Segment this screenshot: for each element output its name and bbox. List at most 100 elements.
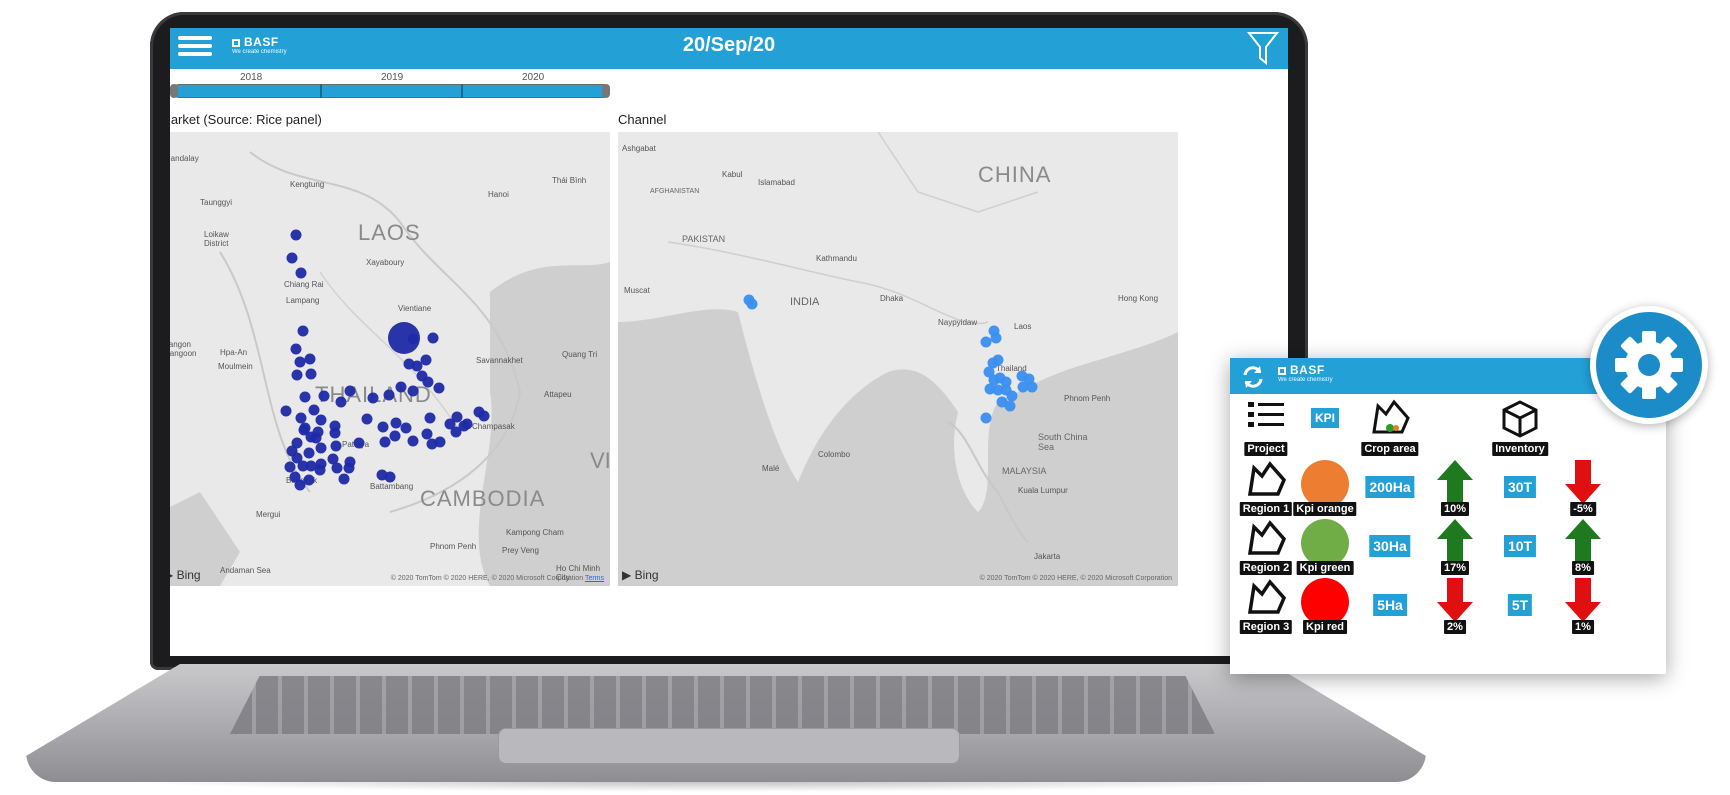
channel-data-point[interactable] — [990, 332, 1002, 344]
market-data-point[interactable] — [315, 414, 327, 426]
market-data-point[interactable] — [310, 432, 322, 444]
market-data-point[interactable] — [305, 368, 317, 380]
kpi-brand-tagline: We create chemistry — [1278, 377, 1333, 383]
market-data-point[interactable] — [343, 462, 355, 474]
kpi-brand-name: BASF — [1290, 363, 1325, 377]
market-data-point[interactable] — [290, 229, 302, 241]
market-data-point[interactable] — [291, 437, 303, 449]
crop-area-column-header[interactable]: Crop area — [1355, 398, 1425, 458]
market-data-point[interactable] — [335, 396, 347, 408]
year-slider[interactable]: 2018 2019 2020 — [170, 70, 630, 110]
market-data-point[interactable] — [299, 391, 311, 403]
market-data-point[interactable] — [434, 436, 446, 448]
market-data-point[interactable] — [329, 420, 341, 432]
market-data-point[interactable] — [379, 436, 391, 448]
market-data-point[interactable] — [390, 417, 402, 429]
market-data-point[interactable] — [304, 353, 316, 365]
market-data-point[interactable] — [395, 381, 407, 393]
market-data-point[interactable] — [295, 412, 307, 424]
market-data-point[interactable] — [420, 354, 432, 366]
market-data-point[interactable] — [458, 420, 470, 432]
market-data-point[interactable] — [422, 376, 434, 388]
market-data-point[interactable] — [280, 405, 292, 417]
inventory-column-header[interactable]: Inventory — [1485, 398, 1555, 458]
market-dots-layer — [280, 229, 490, 491]
inventory-value-cell: 5T — [1485, 576, 1555, 636]
market-data-point[interactable] — [384, 471, 396, 483]
crop-change-cell: 10% — [1420, 458, 1490, 518]
channel-data-point[interactable] — [1004, 400, 1016, 412]
market-data-point[interactable] — [286, 252, 298, 264]
market-data-point[interactable] — [427, 332, 439, 344]
market-data-point[interactable] — [290, 343, 302, 355]
market-data-point[interactable] — [303, 474, 315, 486]
crop-change-cell: 2% — [1420, 576, 1490, 636]
market-data-point[interactable] — [361, 413, 373, 425]
project-label: Project — [1244, 442, 1288, 456]
market-data-point[interactable] — [314, 464, 326, 476]
market-data-point[interactable] — [478, 410, 490, 422]
filter-icon[interactable] — [1246, 30, 1280, 66]
market-data-point[interactable] — [344, 385, 356, 397]
market-data-point[interactable] — [377, 421, 389, 433]
channel-data-point[interactable] — [746, 298, 758, 310]
market-data-point[interactable] — [315, 442, 327, 454]
region-icon — [1247, 520, 1287, 555]
channel-data-point[interactable] — [980, 336, 992, 348]
bing-label: Bing — [176, 568, 201, 582]
market-data-point[interactable] — [407, 385, 419, 397]
market-data-point[interactable] — [424, 412, 436, 424]
market-data-point[interactable] — [421, 428, 433, 440]
channel-data-point[interactable] — [1006, 390, 1018, 402]
channel-data-point[interactable] — [992, 354, 1004, 366]
slider-track[interactable] — [172, 84, 610, 98]
crop-area-value-cell: 5Ha — [1355, 576, 1425, 636]
market-data-point[interactable] — [318, 390, 330, 402]
slider-start-handle[interactable] — [170, 84, 178, 98]
market-data-point-large[interactable] — [388, 322, 420, 354]
market-data-point[interactable] — [291, 369, 303, 381]
keyboard — [230, 676, 1215, 734]
gear-icon — [1615, 331, 1683, 399]
market-data-point[interactable] — [411, 360, 423, 372]
channel-data-point[interactable] — [1026, 381, 1038, 393]
channel-data-point[interactable] — [980, 412, 992, 424]
kpi-cell[interactable]: Kpi orange — [1290, 458, 1360, 518]
market-data-point[interactable] — [308, 404, 320, 416]
market-data-point[interactable] — [297, 325, 309, 337]
channel-map[interactable]: CHINA INDIA PAKISTAN AFGHANISTAN Ashgaba… — [618, 132, 1178, 586]
kpi-cell[interactable]: Kpi red — [1290, 576, 1360, 636]
slider-end-handle[interactable] — [602, 84, 610, 98]
market-data-point[interactable] — [284, 461, 296, 473]
market-data-point[interactable] — [383, 389, 395, 401]
inventory-change-cell: 1% — [1548, 576, 1618, 636]
market-data-point[interactable] — [353, 437, 365, 449]
market-data-point[interactable] — [338, 473, 350, 485]
region-icon — [1247, 461, 1287, 496]
inventory-change-value: 1% — [1572, 620, 1594, 634]
market-data-point[interactable] — [330, 440, 342, 452]
inventory-change-value: -5% — [1570, 502, 1596, 516]
market-data-point[interactable] — [295, 267, 307, 279]
page-title-date: 20/Sep/20 — [682, 34, 776, 56]
market-data-point[interactable] — [433, 382, 445, 394]
market-data-point[interactable] — [303, 447, 315, 459]
market-data-point[interactable] — [389, 430, 401, 442]
market-data-point[interactable] — [294, 356, 306, 368]
market-map[interactable]: LAOS THAILAND CAMBODIA VI Mandalay Taung… — [170, 132, 610, 586]
kpi-label: Kpi orange — [1293, 502, 1357, 516]
market-data-point[interactable] — [367, 392, 379, 404]
market-data-point[interactable] — [299, 422, 311, 434]
market-data-point[interactable] — [331, 462, 343, 474]
kpi-cell[interactable]: Kpi green — [1290, 517, 1360, 577]
region-label: Region 1 — [1239, 502, 1293, 516]
kpi-column-header[interactable]: KPI — [1290, 398, 1360, 458]
terms-link[interactable]: Terms — [585, 575, 604, 582]
market-data-point[interactable] — [400, 422, 412, 434]
market-data-point[interactable] — [291, 452, 303, 464]
settings-badge[interactable] — [1590, 306, 1708, 424]
region-label: Region 3 — [1239, 620, 1293, 634]
refresh-icon[interactable] — [1240, 364, 1266, 390]
market-data-point[interactable] — [407, 435, 419, 447]
market-data-point[interactable] — [451, 411, 463, 423]
